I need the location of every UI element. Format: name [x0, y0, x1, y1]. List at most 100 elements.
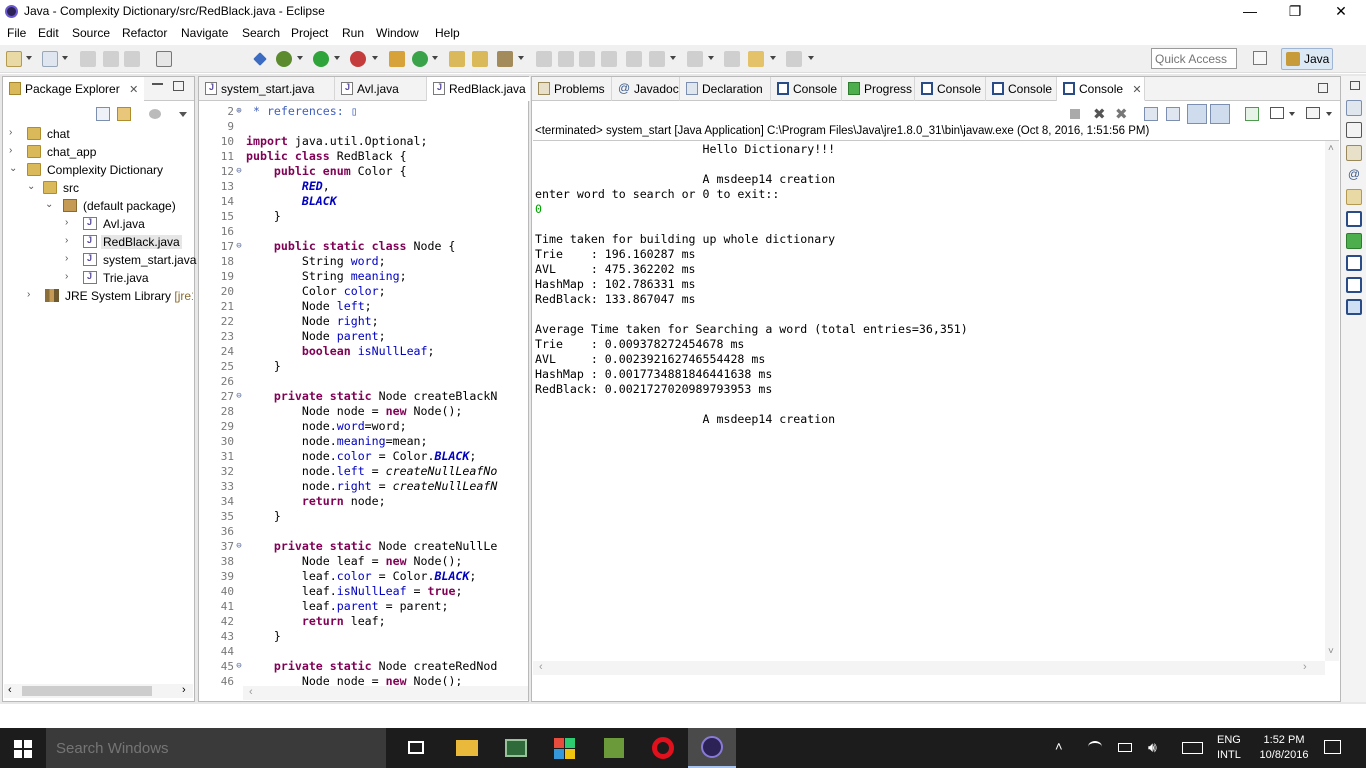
console-output[interactable]: Hello Dictionary!!! A msdeep14 creation e… [535, 141, 1325, 661]
tree-item-avl-java[interactable]: › Avl.java [65, 215, 193, 233]
chevron-down-icon[interactable] [518, 56, 524, 60]
tree-item-chat-app[interactable]: › chat_app [9, 143, 189, 161]
scroll-right-icon[interactable]: › [182, 684, 186, 696]
quick-access-input[interactable] [1151, 48, 1237, 69]
windows-start-button[interactable] [14, 740, 32, 758]
pin-console-icon[interactable] [1245, 107, 1259, 121]
last-edit-icon[interactable] [724, 51, 740, 67]
fold-toggle-icon[interactable]: ⊖ [234, 239, 244, 254]
print-icon[interactable] [124, 51, 140, 67]
tab-system-start-java[interactable]: system_start.java [199, 77, 335, 101]
terminate-icon[interactable] [1070, 109, 1080, 119]
problems-side-icon[interactable] [1346, 145, 1362, 161]
view-menu-icon[interactable] [179, 112, 187, 117]
fold-toggle-icon[interactable]: ⊖ [234, 164, 244, 179]
tab-console-2[interactable]: Console [915, 77, 986, 101]
tab-package-explorer[interactable]: Package Explorer ✕ [3, 77, 145, 101]
search-icon[interactable] [497, 51, 513, 67]
scroll-thumb[interactable] [22, 686, 152, 696]
chevron-down-icon[interactable] [770, 56, 776, 60]
tab-console-1[interactable]: Console [771, 77, 842, 101]
chevron-down-icon[interactable] [708, 56, 714, 60]
chevron-down-icon[interactable]: ⌄ [27, 181, 35, 192]
console-side-icon[interactable] [1346, 277, 1362, 293]
editor-horizontal-scrollbar[interactable]: ‹ [243, 686, 528, 700]
volume-icon[interactable]: 🔊︎ [1148, 739, 1157, 756]
clock[interactable]: 1:52 PM 10/8/2016 [1255, 733, 1313, 763]
chevron-right-icon[interactable]: › [9, 127, 12, 138]
tab-console-3[interactable]: Console [986, 77, 1057, 101]
chevron-right-icon[interactable]: › [65, 253, 68, 264]
tab-problems[interactable]: Problems [532, 77, 612, 101]
chevron-down-icon[interactable] [1289, 112, 1295, 116]
terminal-app-button[interactable] [503, 736, 529, 760]
progress-side-icon[interactable] [1346, 233, 1362, 249]
new-class-icon[interactable] [412, 51, 428, 67]
tree-item-system-start-java[interactable]: › system_start.java [65, 251, 196, 269]
java-perspective-button[interactable]: Java [1281, 48, 1333, 70]
tab-redblack-java[interactable]: RedBlack.java [427, 77, 530, 101]
fold-toggle-icon[interactable]: ⊕ [234, 104, 244, 119]
console-side-icon[interactable] [1346, 211, 1362, 227]
scroll-up-icon[interactable]: ˄ [1328, 143, 1334, 154]
tree-item-redblack-java[interactable]: › RedBlack.java [65, 233, 193, 251]
chevron-right-icon[interactable]: › [65, 217, 68, 228]
eclipse-taskbar-button[interactable] [688, 728, 736, 768]
forward-icon[interactable] [786, 51, 802, 67]
chevron-right-icon[interactable]: › [65, 271, 68, 282]
chevron-right-icon[interactable]: › [9, 145, 12, 156]
wifi-icon[interactable] [1088, 741, 1102, 753]
minimize-icon[interactable] [152, 83, 163, 85]
menu-refactor[interactable]: Refactor [122, 26, 167, 40]
code-editor[interactable]: 2 ⊕ * references: ▯ 9 10 import java.util.Op… [200, 102, 528, 686]
open-perspective-button[interactable] [1251, 49, 1271, 69]
menu-file[interactable]: File [7, 26, 26, 40]
at-icon[interactable]: @ [1346, 167, 1362, 183]
notes-app-button[interactable] [601, 736, 627, 760]
restore-button[interactable]: ❐ [1285, 2, 1305, 20]
open-folder-icon[interactable] [472, 51, 488, 67]
tree-item-chat[interactable]: › chat [9, 125, 189, 143]
skip-breakpoints-icon[interactable] [253, 52, 267, 66]
tab-progress[interactable]: Progress [842, 77, 915, 101]
fold-toggle-icon[interactable]: ⊖ [234, 659, 244, 674]
tab-javadoc[interactable]: @ Javadoc [612, 77, 680, 101]
run-icon[interactable] [313, 51, 329, 67]
opera-button[interactable] [650, 736, 676, 760]
close-icon[interactable]: ✕ [1132, 84, 1141, 96]
restore-icon[interactable] [1346, 122, 1362, 138]
display-console-icon[interactable] [1270, 107, 1284, 119]
chevron-down-icon[interactable] [297, 56, 303, 60]
menu-navigate[interactable]: Navigate [181, 26, 228, 40]
save-all-icon[interactable] [103, 51, 119, 67]
notifications-icon[interactable] [1324, 740, 1341, 754]
console-horizontal-scrollbar[interactable]: ‹ › [533, 661, 1325, 675]
horizontal-scrollbar[interactable]: ‹ › [4, 684, 193, 698]
prev-annotation-icon[interactable] [687, 51, 703, 67]
restore-view-icon[interactable] [1318, 83, 1328, 93]
block-select-icon[interactable] [601, 51, 617, 67]
menu-source[interactable]: Source [72, 26, 110, 40]
tree-item-complexity-dictionary[interactable]: ⌄ Complexity Dictionary [9, 161, 189, 179]
scroll-left-icon[interactable]: ‹ [8, 684, 12, 696]
chevron-down-icon[interactable] [372, 56, 378, 60]
tab-declaration[interactable]: Declaration [680, 77, 771, 101]
remove-all-icon[interactable]: ✖ [1115, 105, 1128, 123]
chevron-down-icon[interactable] [432, 56, 438, 60]
open-console-icon[interactable] [1306, 107, 1320, 119]
battery-icon[interactable] [1118, 743, 1132, 752]
console-side-icon-active[interactable] [1346, 299, 1362, 315]
scroll-down-icon[interactable]: ˅ [1328, 646, 1334, 657]
language-indicator[interactable]: ENG INTL [1217, 733, 1241, 763]
restore-stack-icon[interactable] [1350, 81, 1360, 90]
show-stdout-icon[interactable] [1187, 104, 1207, 124]
back-icon[interactable] [748, 51, 764, 67]
outline-icon[interactable] [1346, 100, 1362, 116]
debug-icon[interactable] [276, 51, 292, 67]
chevron-right-icon[interactable]: › [65, 235, 68, 246]
filter-icon[interactable] [149, 109, 161, 119]
fold-toggle-icon[interactable]: ⊖ [234, 389, 244, 404]
external-tools-icon[interactable] [350, 51, 366, 67]
remove-launch-icon[interactable]: ✖ [1093, 105, 1106, 123]
clear-console-icon[interactable] [1144, 107, 1158, 121]
